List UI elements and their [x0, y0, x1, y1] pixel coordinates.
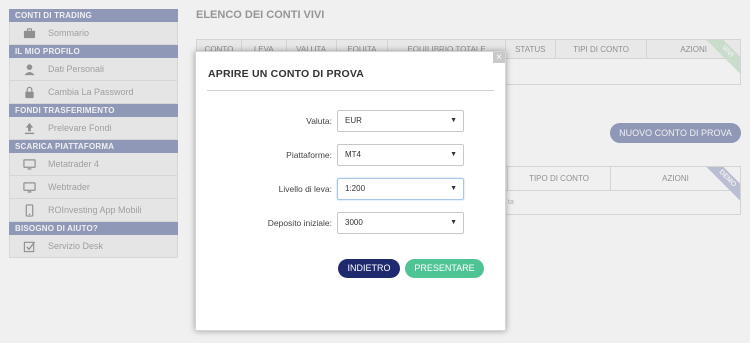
- deposit-row: Deposito iniziale: 3000 ▼: [196, 212, 507, 234]
- currency-row: Valuta: EUR ▼: [196, 110, 507, 132]
- platform-value: MT4: [345, 150, 361, 159]
- divider: [207, 90, 494, 91]
- platform-select[interactable]: MT4 ▼: [337, 144, 464, 166]
- dropdown-caret-icon: ▼: [450, 219, 457, 226]
- currency-label: Valuta:: [306, 116, 332, 126]
- leverage-value: 1:200: [345, 184, 366, 193]
- back-button[interactable]: INDIETRO: [338, 259, 400, 278]
- dropdown-caret-icon: ▼: [450, 185, 457, 192]
- currency-value: EUR: [345, 116, 362, 125]
- platform-row: Piattaforme: MT4 ▼: [196, 144, 507, 166]
- dropdown-caret-icon: ▼: [450, 151, 457, 158]
- deposit-value: 3000: [345, 218, 363, 227]
- deposit-label: Deposito iniziale:: [267, 218, 332, 228]
- leverage-select[interactable]: 1:200 ▼: [337, 178, 464, 200]
- platform-label: Piattaforme:: [286, 150, 332, 160]
- close-icon[interactable]: ×: [493, 52, 505, 63]
- demo-account-modal: × APRIRE UN CONTO DI PROVA Valuta: EUR ▼…: [195, 51, 506, 331]
- submit-button[interactable]: PRESENTARE: [405, 259, 484, 278]
- deposit-select[interactable]: 3000 ▼: [337, 212, 464, 234]
- leverage-label: Livello di leva:: [278, 184, 332, 194]
- currency-select[interactable]: EUR ▼: [337, 110, 464, 132]
- dropdown-caret-icon: ▼: [450, 117, 457, 124]
- leverage-row: Livello di leva: 1:200 ▼: [196, 178, 507, 200]
- modal-title: APRIRE UN CONTO DI PROVA: [208, 68, 365, 80]
